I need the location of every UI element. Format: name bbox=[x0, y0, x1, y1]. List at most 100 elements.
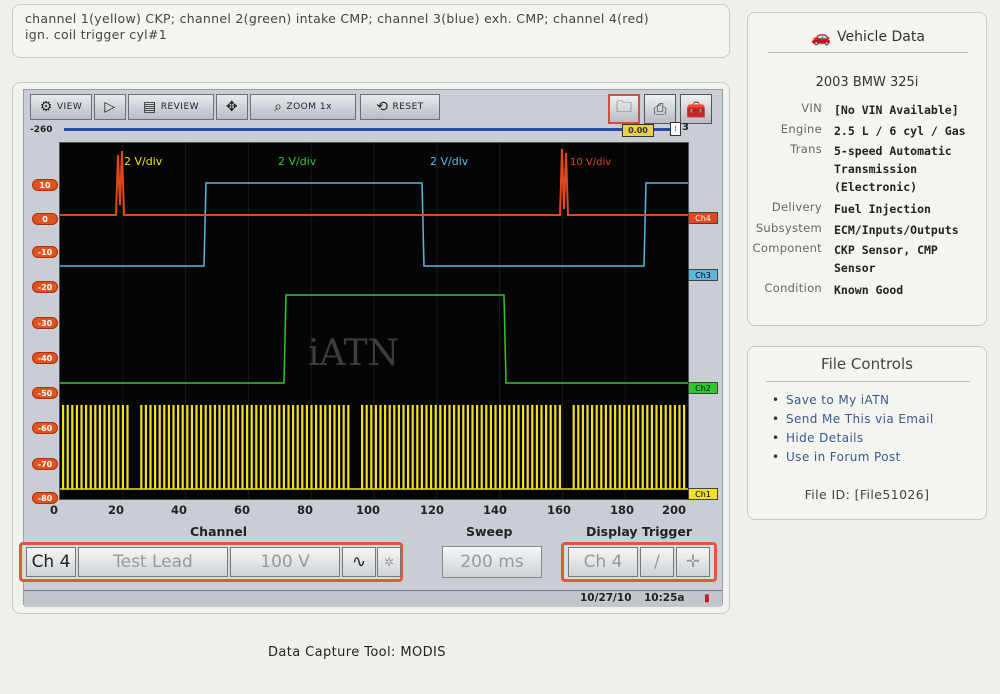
trigger-position-button[interactable]: ✛ bbox=[676, 547, 710, 577]
ckp-pulse bbox=[503, 405, 506, 489]
ckp-pulse bbox=[232, 405, 235, 489]
use-in-forum-post-link[interactable]: Use in Forum Post bbox=[772, 448, 934, 467]
review-button[interactable]: ▤ REVIEW bbox=[128, 94, 214, 120]
y-tick-label: -60 bbox=[32, 422, 58, 434]
ckp-pulse bbox=[430, 405, 433, 489]
printer-icon: ⎙ bbox=[653, 99, 667, 118]
ckp-pulse bbox=[98, 405, 101, 489]
print-button[interactable]: ⎙ bbox=[644, 94, 676, 124]
coupling-button[interactable]: ∿ bbox=[342, 547, 376, 577]
channel-group-title: Channel bbox=[190, 524, 248, 539]
ch2-marker[interactable]: Ch2 bbox=[688, 382, 718, 394]
ckp-pulse bbox=[526, 405, 529, 489]
status-bar: 10/27/10 10:25a ▮ bbox=[24, 590, 722, 607]
time-slider-knob[interactable]: 0.00 bbox=[622, 124, 654, 137]
ckp-pulse bbox=[167, 405, 170, 489]
view-icon: ⚙ bbox=[39, 99, 53, 115]
rising-edge-icon: ∕ bbox=[654, 552, 660, 572]
data-capture-tool: Data Capture Tool: MODIS bbox=[268, 645, 446, 660]
ckp-pulse bbox=[328, 405, 331, 489]
trigger-group-title: Display Trigger bbox=[586, 524, 693, 539]
status-time: 10:25a bbox=[644, 592, 685, 604]
toolbox-button[interactable]: 🧰 bbox=[680, 94, 712, 124]
ckp-pulse bbox=[140, 405, 143, 489]
ckp-pulse bbox=[669, 405, 672, 489]
x-tick-label: 140 bbox=[482, 503, 508, 517]
trigger-channel-select[interactable]: Ch 4 bbox=[568, 547, 638, 577]
x-tick-label: 0 bbox=[49, 503, 59, 517]
play-button[interactable]: ▷ bbox=[94, 94, 126, 120]
ckp-pulse bbox=[80, 405, 83, 489]
vehicle-row-label: Component bbox=[752, 241, 822, 255]
zoom-button[interactable]: ⌕ ZOOM 1x bbox=[250, 94, 356, 120]
ckp-pulse bbox=[420, 405, 423, 489]
ckp-pulse bbox=[292, 405, 295, 489]
battery-icon: ▮ bbox=[704, 592, 710, 604]
vehicle-row-value: 2.5 L / 6 cyl / Gas bbox=[834, 124, 966, 138]
probe-settings-button[interactable]: ✲ bbox=[377, 547, 401, 577]
ckp-pulse bbox=[236, 405, 239, 489]
file-controls-title: File Controls bbox=[821, 355, 913, 373]
range-select[interactable]: 100 V bbox=[230, 547, 340, 577]
ckp-pulse bbox=[443, 405, 446, 489]
ch3-marker[interactable]: Ch3 bbox=[688, 269, 718, 281]
file-controls-panel: File Controls Save to My iATN Send Me Th… bbox=[747, 346, 987, 520]
ckp-pulse bbox=[342, 405, 345, 489]
send-via-email-link[interactable]: Send Me This via Email bbox=[772, 410, 934, 429]
ckp-pulse bbox=[200, 405, 203, 489]
ckp-pulse bbox=[554, 405, 557, 489]
ckp-pulse bbox=[319, 405, 322, 489]
ckp-pulse bbox=[144, 405, 147, 489]
cursor-button[interactable]: ✥ bbox=[216, 94, 248, 120]
waveform-plot[interactable]: iATN 2 V/div 2 V/div 2 V/div 10 V/div bbox=[59, 142, 689, 500]
ckp-pulse bbox=[623, 405, 626, 489]
ckp-pulse bbox=[471, 405, 474, 489]
waveform-icon: ∿ bbox=[351, 552, 367, 572]
ckp-pulse bbox=[324, 405, 327, 489]
time-slider-track[interactable] bbox=[64, 128, 674, 131]
ckp-pulse bbox=[577, 405, 580, 489]
ckp-pulse bbox=[209, 405, 212, 489]
vehicle-row-value: ECM/Inputs/Outputs bbox=[834, 223, 959, 237]
ckp-pulse bbox=[121, 405, 124, 489]
trigger-slope-button[interactable]: ∕ bbox=[640, 547, 674, 577]
ckp-pulse bbox=[595, 405, 598, 489]
ckp-pulse bbox=[535, 405, 538, 489]
ch1-marker[interactable]: Ch1 bbox=[688, 488, 718, 500]
ckp-pulse bbox=[108, 405, 111, 489]
settings-icon: ✲ bbox=[383, 555, 395, 569]
sweep-select[interactable]: 200 ms bbox=[442, 546, 542, 578]
x-tick-label: 180 bbox=[609, 503, 635, 517]
ckp-pulse bbox=[126, 405, 129, 489]
trigger-controls: Ch 4 ∕ ✛ bbox=[561, 542, 717, 582]
vehicle-row-label: Condition bbox=[764, 281, 822, 295]
ckp-pulse bbox=[540, 405, 543, 489]
ch4-marker[interactable]: Ch4 bbox=[688, 212, 718, 224]
ckp-pulse bbox=[310, 405, 313, 489]
ckp-pulse bbox=[305, 405, 308, 489]
ckp-pulse bbox=[466, 405, 469, 489]
ckp-pulse bbox=[195, 405, 198, 489]
ckp-pulse bbox=[637, 405, 640, 489]
ckp-pulse bbox=[186, 405, 189, 489]
open-folder-button[interactable]: 🗀 bbox=[608, 94, 640, 124]
ckp-pulse bbox=[149, 405, 152, 489]
ckp-pulse bbox=[581, 405, 584, 489]
ckp-pulse bbox=[273, 405, 276, 489]
ckp-pulse bbox=[646, 405, 649, 489]
ckp-pulse bbox=[103, 405, 106, 489]
ckp-pulse bbox=[499, 405, 502, 489]
ckp-pulse bbox=[250, 405, 253, 489]
vehicle-row-label: Subsystem bbox=[755, 221, 822, 235]
scope-panel: ⚙ VIEW ▷ ▤ REVIEW ✥ ⌕ ZOOM 1x ⟲ RESET 🗀 ⎙ 🧰 … bbox=[12, 82, 730, 614]
hide-details-link[interactable]: Hide Details bbox=[772, 429, 934, 448]
save-to-my-iatn-link[interactable]: Save to My iATN bbox=[772, 391, 934, 410]
time-slider-right-value: 3 bbox=[682, 122, 689, 133]
description-line-1: channel 1(yellow) CKP; channel 2(green) … bbox=[25, 11, 649, 26]
ckp-pulse bbox=[172, 405, 175, 489]
reset-button[interactable]: ⟲ RESET bbox=[360, 94, 440, 120]
probe-select[interactable]: Test Lead bbox=[78, 547, 228, 577]
channel-select[interactable]: Ch 4 bbox=[26, 547, 76, 577]
view-button[interactable]: ⚙ VIEW bbox=[30, 94, 92, 120]
ckp-pulse bbox=[66, 405, 69, 489]
